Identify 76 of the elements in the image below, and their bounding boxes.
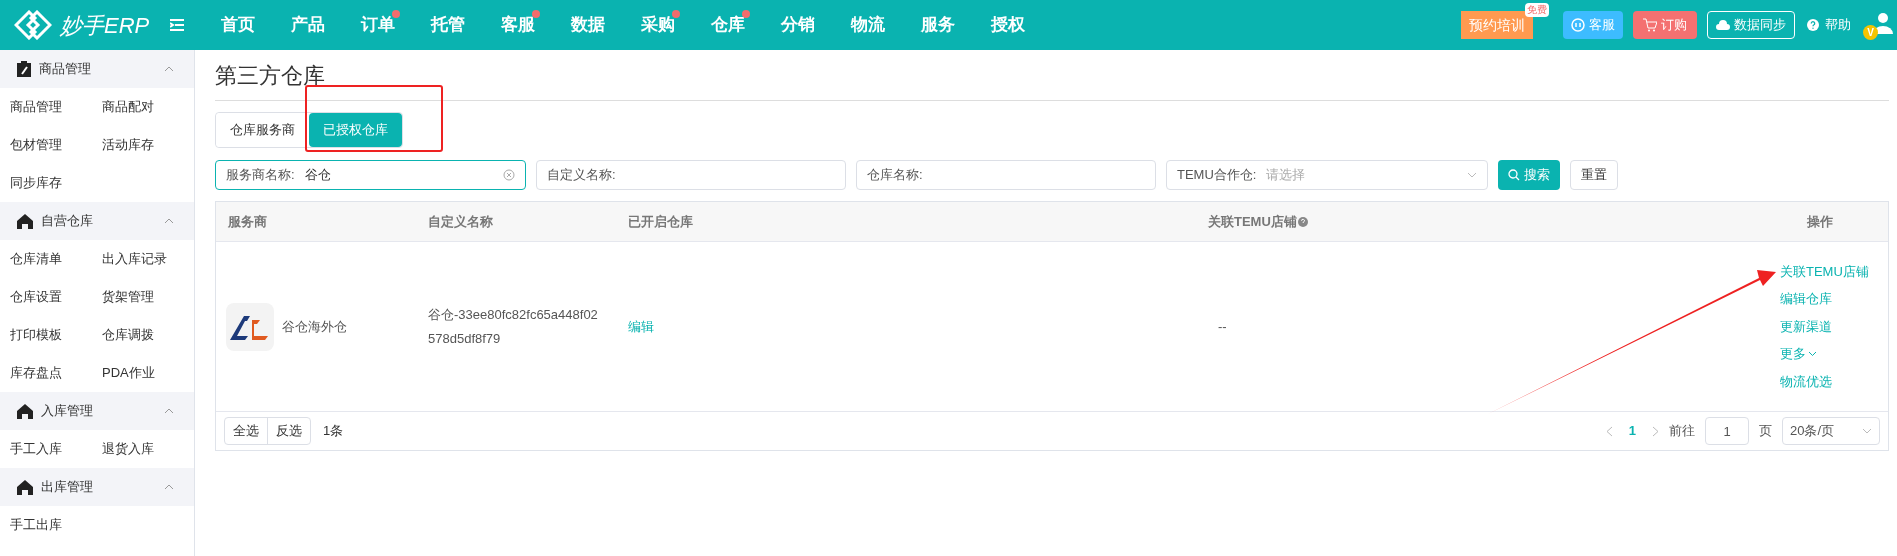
menu-icon[interactable] xyxy=(170,19,184,31)
goto-label: 前往 xyxy=(1669,422,1695,441)
sidebar-item[interactable]: 包材管理 xyxy=(10,126,102,164)
sidebar-item[interactable]: 手工出库 xyxy=(10,506,102,544)
cloud-icon xyxy=(1716,20,1730,30)
column-header: 已开启仓库 xyxy=(628,212,693,231)
field-value: 谷仓 xyxy=(304,166,331,185)
house-icon xyxy=(17,403,33,419)
sidebar-item[interactable]: 库存盘点 xyxy=(10,354,102,392)
chevron-icon[interactable] xyxy=(164,66,174,72)
sidebar-item[interactable]: 货架管理 xyxy=(102,278,194,316)
select-field[interactable]: TEMU合作仓: 请选择 xyxy=(1166,160,1488,190)
clear-icon[interactable] xyxy=(503,169,515,181)
page-title: 第三方仓库 xyxy=(215,62,325,90)
select-all-button[interactable]: 全选 xyxy=(225,418,268,444)
provider-logo xyxy=(226,302,274,351)
help-icon[interactable] xyxy=(1297,216,1308,227)
reset-button[interactable]: 重置 xyxy=(1570,160,1618,190)
sidebar-section-header[interactable]: 入库管理 xyxy=(0,392,194,430)
column-header: 关联TEMU店铺 xyxy=(1208,212,1297,231)
sidebar-item[interactable]: 手工入库 xyxy=(10,430,102,468)
free-badge: 免费 xyxy=(1525,3,1549,17)
search-icon xyxy=(1508,169,1520,181)
field-label: TEMU合作仓: xyxy=(1177,166,1257,185)
house-icon xyxy=(17,213,33,229)
text-field[interactable]: 仓库名称: xyxy=(856,160,1156,190)
logo-icon xyxy=(14,10,52,40)
record-count: 1条 xyxy=(323,422,344,441)
field-label: 服务商名称: xyxy=(226,166,295,185)
provider-name: 谷仓海外仓 xyxy=(282,317,347,336)
page-size-select[interactable]: 20条/页 xyxy=(1782,417,1880,445)
column-header: 自定义名称 xyxy=(428,212,493,231)
chevron-icon[interactable] xyxy=(164,218,174,224)
field-label: 仓库名称: xyxy=(867,166,923,185)
custom-name: 谷仓-33ee80fc82fc65a448f02578d5df8f79 xyxy=(428,305,599,348)
sidebar-item[interactable]: 出入库记录 xyxy=(102,240,194,278)
sidebar-section-header[interactable]: 自营仓库 xyxy=(0,202,194,240)
section-title: 入库管理 xyxy=(41,402,93,421)
cart-icon xyxy=(1643,18,1657,32)
sidebar-section-header[interactable]: 商品管理 xyxy=(0,50,194,88)
page-unit: 页 xyxy=(1759,422,1772,441)
clipboard-icon xyxy=(17,61,31,77)
chevron-icon[interactable] xyxy=(164,408,174,414)
help-icon xyxy=(1807,19,1819,31)
sidebar-item[interactable]: 活动库存 xyxy=(102,126,194,164)
sidebar-item[interactable]: 退货入库 xyxy=(102,430,194,468)
text-field[interactable]: 服务商名称: 谷仓 xyxy=(215,160,526,190)
column-header: 服务商 xyxy=(228,212,267,231)
invert-selection-button[interactable]: 反选 xyxy=(268,418,310,444)
chevron-icon[interactable] xyxy=(164,484,174,490)
sidebar-item[interactable]: 商品配对 xyxy=(102,88,194,126)
select-placeholder: 请选择 xyxy=(1266,166,1306,185)
field-label: 自定义名称: xyxy=(547,166,616,185)
page-input[interactable]: 1 xyxy=(1705,417,1749,445)
sidebar-item[interactable]: 仓库调拨 xyxy=(102,316,194,354)
temu-store: -- xyxy=(1218,318,1227,334)
sidebar-item[interactable]: 仓库设置 xyxy=(10,278,102,316)
prev-page-icon[interactable] xyxy=(1605,425,1613,437)
sidebar-item[interactable]: 打印模板 xyxy=(10,316,102,354)
sidebar-item[interactable]: 同步库存 xyxy=(10,164,102,202)
vip-badge: V xyxy=(1863,25,1878,40)
section-title: 自营仓库 xyxy=(41,212,93,231)
sidebar-item[interactable]: PDA作业 xyxy=(102,354,194,392)
sidebar-item[interactable]: 商品管理 xyxy=(10,88,102,126)
brand-name: 妙手ERP xyxy=(60,11,150,40)
chevron-down-icon xyxy=(1862,428,1872,434)
column-header: 操作 xyxy=(1807,212,1833,231)
chat-icon xyxy=(1571,18,1585,32)
text-field[interactable]: 自定义名称: xyxy=(536,160,846,190)
house-icon xyxy=(17,479,33,495)
section-title: 出库管理 xyxy=(41,478,93,497)
next-page-icon[interactable] xyxy=(1652,425,1659,437)
sidebar-item[interactable]: 仓库清单 xyxy=(10,240,102,278)
chevron-down-icon xyxy=(1467,172,1477,178)
sidebar-section-header[interactable]: 出库管理 xyxy=(0,468,194,506)
section-title: 商品管理 xyxy=(39,60,91,79)
